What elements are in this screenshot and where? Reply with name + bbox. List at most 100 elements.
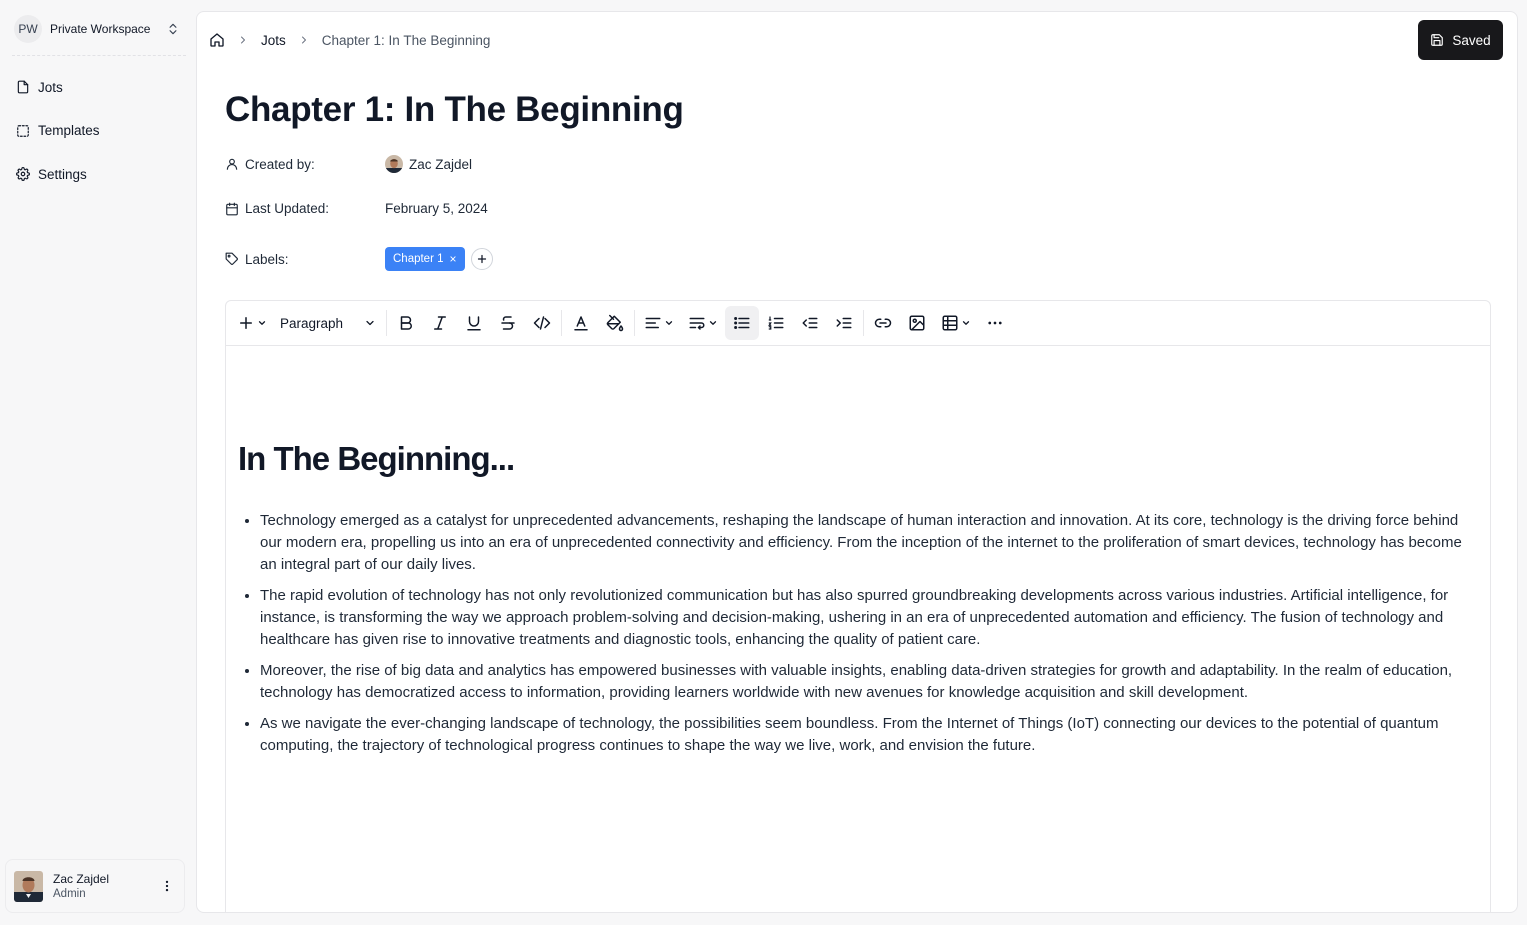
underline-button[interactable] xyxy=(457,306,491,340)
meta-labels: Labels: Chapter 1 × xyxy=(225,247,493,271)
bold-icon xyxy=(400,316,412,330)
sidebar-item-jots[interactable]: Jots xyxy=(8,72,186,102)
file-icon xyxy=(17,80,29,94)
sidebar-item-label: Jots xyxy=(38,79,63,95)
chevron-down-icon xyxy=(366,320,374,326)
indent-button[interactable] xyxy=(827,306,861,340)
image-icon xyxy=(909,315,925,331)
home-icon[interactable] xyxy=(209,32,225,48)
main-panel: Jots Chapter 1: In The Beginning Saved C… xyxy=(196,11,1518,913)
text-wrap-button[interactable] xyxy=(681,306,725,340)
italic-button[interactable] xyxy=(423,306,457,340)
saved-button-label: Saved xyxy=(1452,32,1491,48)
block-type-select[interactable]: Paragraph xyxy=(272,306,384,340)
updated-value: February 5, 2024 xyxy=(385,201,488,216)
text-color-button[interactable] xyxy=(564,306,598,340)
editor-toolbar: Paragraph xyxy=(226,301,1490,346)
labels-list: Chapter 1 × xyxy=(385,247,493,271)
plus-icon xyxy=(240,317,252,329)
sidebar-divider xyxy=(12,55,186,56)
more-horizontal-icon xyxy=(988,321,1002,325)
strikethrough-icon xyxy=(501,316,515,330)
content-heading: In The Beginning... xyxy=(238,440,515,477)
user-name: Zac Zajdel xyxy=(53,872,110,886)
more-vertical-icon[interactable] xyxy=(158,877,176,895)
updated-label: Last Updated: xyxy=(245,201,330,216)
more-options-button[interactable] xyxy=(978,306,1012,340)
sidebar-nav: Jots Templates Settings xyxy=(8,72,186,203)
chevron-down-icon xyxy=(962,321,970,325)
ordered-list-button[interactable] xyxy=(759,306,793,340)
list-item: Technology emerged as a catalyst for unp… xyxy=(260,510,1468,576)
breadcrumb-current: Chapter 1: In The Beginning xyxy=(321,32,491,48)
paint-bucket-icon xyxy=(606,314,624,332)
meta-label: Labels: xyxy=(225,252,385,267)
link-button[interactable] xyxy=(866,306,900,340)
template-icon xyxy=(17,124,29,137)
gear-icon xyxy=(16,167,30,181)
sidebar-item-settings[interactable]: Settings xyxy=(8,159,186,189)
text-color-icon xyxy=(574,316,588,331)
sidebar-item-label: Templates xyxy=(38,123,100,138)
code-icon xyxy=(533,316,551,330)
outdent-icon xyxy=(802,317,818,329)
page-title[interactable]: Chapter 1: In The Beginning xyxy=(225,90,684,130)
creator: Zac Zajdel xyxy=(385,155,472,173)
user-role: Admin xyxy=(53,888,86,900)
avatar xyxy=(14,870,43,902)
chevron-up-down-icon xyxy=(169,23,177,35)
underline-icon xyxy=(467,316,481,331)
meta-last-updated: Last Updated: February 5, 2024 xyxy=(225,201,488,216)
toolbar-divider xyxy=(634,310,635,336)
highlight-button[interactable] xyxy=(598,306,632,340)
workspace-switcher[interactable]: PW Private Workspace xyxy=(8,10,186,48)
toolbar-divider xyxy=(561,310,562,336)
sidebar: PW Private Workspace Jots Templates Sett… xyxy=(0,0,196,925)
toolbar-divider xyxy=(863,310,864,336)
workspace-avatar: PW xyxy=(14,15,42,43)
user-card[interactable]: Zac Zajdel Admin xyxy=(5,859,185,913)
chevron-down-icon xyxy=(258,321,266,325)
breadcrumb-jots[interactable]: Jots xyxy=(261,33,286,48)
chevron-down-icon xyxy=(709,321,717,325)
insert-block-button[interactable] xyxy=(232,306,272,340)
label-chip[interactable]: Chapter 1 × xyxy=(385,247,465,271)
meta-label: Last Updated: xyxy=(225,201,385,216)
meta-created-by: Created by: Zac Zajdel xyxy=(225,155,472,173)
chevron-right-icon xyxy=(241,36,245,44)
editor-content[interactable]: In The Beginning... Technology emerged a… xyxy=(226,440,1490,757)
list-item: Moreover, the rise of big data and analy… xyxy=(260,660,1468,704)
saved-button[interactable]: Saved xyxy=(1418,20,1503,60)
list-item: As we navigate the ever-changing landsca… xyxy=(260,713,1468,757)
ordered-list-icon xyxy=(768,316,784,330)
code-button[interactable] xyxy=(525,306,559,340)
toolbar-divider xyxy=(386,310,387,336)
bullet-list-icon xyxy=(734,317,750,329)
avatar xyxy=(385,155,403,173)
creator-name: Zac Zajdel xyxy=(409,156,473,172)
sidebar-item-label: Settings xyxy=(38,166,87,182)
text-wrap-icon xyxy=(689,317,705,330)
plus-icon xyxy=(477,254,486,264)
labels-label: Labels: xyxy=(245,251,289,267)
link-icon xyxy=(874,318,892,328)
bullet-list: Technology emerged as a catalyst for unp… xyxy=(238,510,1468,757)
strikethrough-button[interactable] xyxy=(491,306,525,340)
workspace-name: Private Workspace xyxy=(50,22,151,36)
image-button[interactable] xyxy=(900,306,934,340)
table-button[interactable] xyxy=(934,306,978,340)
italic-icon xyxy=(434,316,446,330)
tag-icon xyxy=(225,252,238,265)
user-info: Zac Zajdel Admin xyxy=(53,872,158,900)
bullet-list-button[interactable] xyxy=(725,306,759,340)
table-icon xyxy=(942,315,958,331)
bold-button[interactable] xyxy=(389,306,423,340)
sidebar-item-templates[interactable]: Templates xyxy=(8,116,186,146)
indent-icon xyxy=(836,317,852,329)
align-button[interactable] xyxy=(637,306,681,340)
add-label-button[interactable] xyxy=(470,248,493,270)
outdent-button[interactable] xyxy=(793,306,827,340)
align-left-icon xyxy=(645,317,661,329)
label-chip-text: Chapter 1 xyxy=(393,253,444,265)
close-icon[interactable]: × xyxy=(450,252,457,266)
